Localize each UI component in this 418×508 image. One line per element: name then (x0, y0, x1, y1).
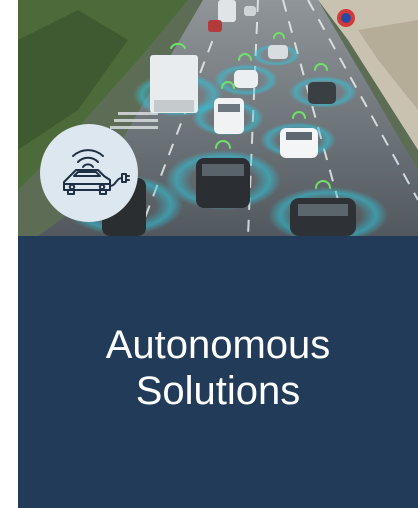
card-title-line-2: Solutions (135, 369, 301, 413)
solution-card[interactable]: Autonomous Solutions (18, 0, 418, 508)
card-title-line-1: Autonomous (105, 323, 331, 367)
connected-car-icon (40, 124, 138, 222)
card-title: Autonomous Solutions (18, 322, 418, 414)
